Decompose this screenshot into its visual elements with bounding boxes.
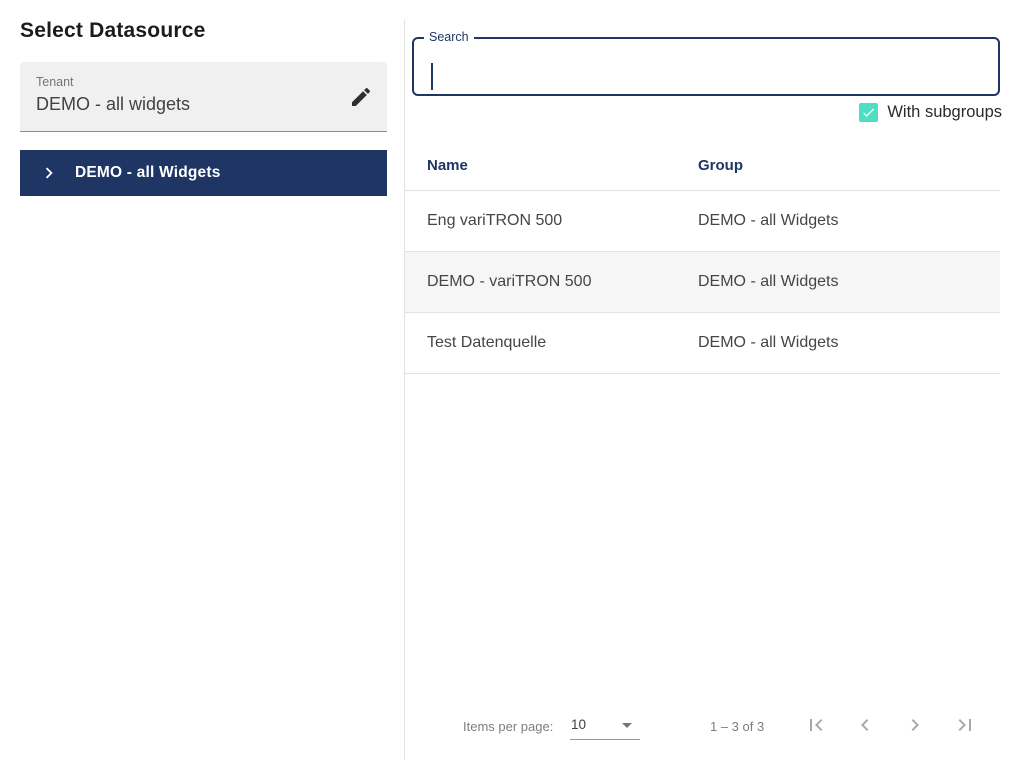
items-per-page-label: Items per page: (463, 719, 553, 734)
chevron-right-icon (903, 713, 927, 740)
next-page-button[interactable] (895, 706, 935, 746)
column-header-name: Name (405, 157, 698, 174)
last-page-button[interactable] (945, 706, 985, 746)
items-per-page-select[interactable]: 10 (570, 711, 640, 740)
with-subgroups-checkbox-row: With subgroups (859, 103, 1002, 122)
cell-name: DEMO - variTRON 500 (405, 273, 698, 291)
datasource-table: Name Group Eng variTRON 500 DEMO - all W… (405, 141, 1000, 374)
chevron-right-icon[interactable] (38, 162, 60, 184)
panel-divider (404, 20, 405, 760)
cell-name: Eng variTRON 500 (405, 212, 698, 230)
check-icon (861, 105, 876, 120)
page-title: Select Datasource (20, 19, 206, 43)
paginator-range-label: 1 – 3 of 3 (710, 719, 764, 734)
tree-item-label: DEMO - all Widgets (75, 164, 221, 182)
tenant-field: Tenant DEMO - all widgets (20, 62, 387, 132)
with-subgroups-checkbox[interactable] (859, 103, 878, 122)
cell-group: DEMO - all Widgets (698, 273, 1000, 291)
search-field-label: Search (424, 30, 474, 44)
cell-name: Test Datenquelle (405, 334, 698, 352)
items-per-page-value: 10 (571, 717, 586, 732)
table-row[interactable]: Test Datenquelle DEMO - all Widgets (405, 313, 1000, 374)
table-row[interactable]: Eng variTRON 500 DEMO - all Widgets (405, 191, 1000, 252)
pencil-icon (349, 97, 373, 112)
table-row[interactable]: DEMO - variTRON 500 DEMO - all Widgets (405, 252, 1000, 313)
cell-group: DEMO - all Widgets (698, 334, 1000, 352)
select-datasource-page: Select Datasource Tenant DEMO - all widg… (0, 0, 1026, 768)
first-page-button[interactable] (796, 706, 836, 746)
text-caret (431, 63, 433, 90)
search-field: Search (412, 37, 1000, 96)
tree-item-demo-all-widgets[interactable]: DEMO - all Widgets (20, 150, 387, 196)
tenant-field-value: DEMO - all widgets (36, 94, 190, 115)
column-header-group: Group (698, 157, 1000, 174)
previous-page-button[interactable] (845, 706, 885, 746)
chevron-left-icon (853, 713, 877, 740)
first-page-icon (804, 713, 828, 740)
table-header-row: Name Group (405, 141, 1000, 191)
search-input[interactable] (430, 55, 980, 83)
with-subgroups-label[interactable]: With subgroups (887, 103, 1002, 122)
dropdown-arrow-icon (622, 723, 632, 728)
cell-group: DEMO - all Widgets (698, 212, 1000, 230)
tenant-field-label: Tenant (36, 75, 74, 89)
tenant-edit-button[interactable] (349, 85, 373, 109)
last-page-icon (953, 713, 977, 740)
